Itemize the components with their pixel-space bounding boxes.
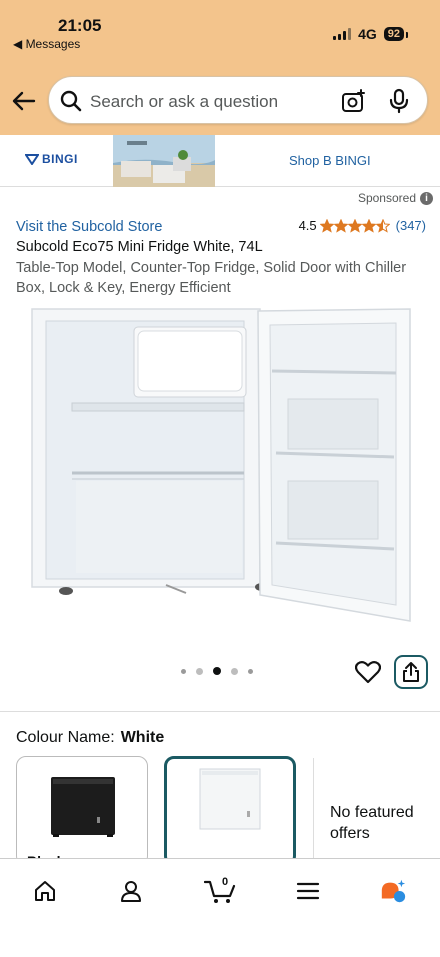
rating-summary[interactable]: 4.5 (347) xyxy=(299,218,426,233)
rating-count[interactable]: (347) xyxy=(396,218,426,233)
rufus-assistant-icon xyxy=(381,879,406,903)
brand-logo: BINGI xyxy=(25,152,78,166)
ad-product-image xyxy=(113,135,215,187)
status-indicators: 4G 92 xyxy=(333,26,409,42)
nav-rufus[interactable] xyxy=(379,877,407,905)
nav-cart[interactable] xyxy=(203,877,237,905)
nav-account[interactable] xyxy=(117,877,145,905)
bingi-logo-icon xyxy=(25,154,39,165)
account-icon xyxy=(121,881,141,902)
colour-selected-value: White xyxy=(120,729,165,746)
info-icon[interactable]: i xyxy=(420,191,433,205)
star-icon xyxy=(361,218,376,233)
product-subtitle: Table-Top Model, Counter-Top Fridge, Sol… xyxy=(16,260,407,296)
cart-count: 0 xyxy=(222,876,229,888)
product-title: Subcold Eco75 Mini Fridge White, 74L xyxy=(16,239,263,255)
star-icon xyxy=(347,218,362,233)
store-link[interactable]: Visit the Subcold Store xyxy=(16,219,162,235)
nav-home[interactable] xyxy=(31,877,59,905)
home-icon xyxy=(35,881,55,901)
carousel-dots[interactable] xyxy=(181,667,253,675)
cart-icon xyxy=(204,880,236,903)
black-fridge-thumbnail xyxy=(51,777,115,837)
vertical-divider xyxy=(313,758,314,858)
search-icon xyxy=(60,90,82,112)
colour-label-row: Colour Name: White xyxy=(16,729,164,747)
wishlist-heart-icon[interactable] xyxy=(355,660,381,684)
no-featured-offers: No featured offers xyxy=(330,804,414,842)
header: 21:05 ◀ Messages 4G 92 Search or ask a q… xyxy=(0,0,440,135)
colour-option-black[interactable]: Black xyxy=(16,756,148,866)
back-to-messages[interactable]: ◀ Messages xyxy=(13,37,80,51)
microphone-icon[interactable] xyxy=(387,88,411,114)
status-time: 21:05 xyxy=(58,16,102,35)
share-button[interactable] xyxy=(394,655,428,689)
sponsored-text: Sponsored xyxy=(357,191,416,205)
colour-label: Colour Name: xyxy=(16,729,115,746)
white-fridge-thumbnail xyxy=(199,768,261,830)
product-image[interactable] xyxy=(26,303,416,633)
sponsored-banner[interactable]: BINGI Shop B BINGI xyxy=(0,135,440,187)
signal-icon xyxy=(333,28,352,40)
network-type: 4G xyxy=(358,26,377,42)
section-divider xyxy=(0,711,440,712)
battery-icon: 92 xyxy=(383,27,409,41)
sponsored-label[interactable]: Sponsored i xyxy=(358,191,433,205)
carousel-dot-active[interactable] xyxy=(213,667,221,675)
camera-search-icon[interactable] xyxy=(341,88,367,114)
brand-name: BINGI xyxy=(42,152,78,166)
share-icon xyxy=(403,662,419,682)
carousel-dot[interactable] xyxy=(196,667,203,675)
rating-value: 4.5 xyxy=(298,218,317,233)
back-arrow-icon[interactable] xyxy=(10,87,38,115)
nav-menu[interactable] xyxy=(294,877,322,905)
search-input[interactable]: Search or ask a question xyxy=(90,92,278,112)
carousel-dot[interactable] xyxy=(248,668,253,674)
menu-icon xyxy=(296,882,320,900)
carousel-dot[interactable] xyxy=(181,668,186,674)
star-icon xyxy=(375,218,390,233)
shop-brand-link[interactable]: Shop B BINGI xyxy=(289,153,371,168)
star-rating xyxy=(319,218,390,233)
bottom-navigation: 0 xyxy=(0,858,440,957)
search-bar[interactable]: Search or ask a question xyxy=(48,76,428,124)
star-icon xyxy=(333,218,348,233)
carousel-dot[interactable] xyxy=(231,667,238,675)
star-icon xyxy=(319,218,334,233)
colour-option-white[interactable]: White xyxy=(164,756,296,866)
